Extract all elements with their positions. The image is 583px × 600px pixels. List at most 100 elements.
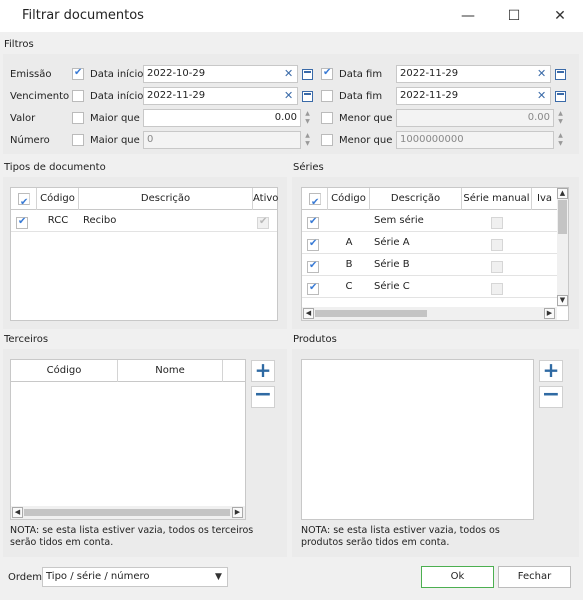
vencimento-end-input[interactable]: 2022-11-29 — [396, 87, 551, 105]
series-header: Código Descrição Série manual Iva — [302, 188, 557, 213]
products-section-label: Produtos — [293, 334, 337, 345]
add-third-party-button[interactable]: + — [251, 360, 275, 382]
horizontal-scrollbar[interactable]: ◀ ▶ — [11, 506, 245, 519]
ok-button[interactable]: Ok — [421, 566, 494, 588]
row-description: Série B — [374, 259, 410, 270]
clear-icon[interactable]: ✕ — [537, 67, 546, 80]
valor-start-spinner[interactable]: ▲ ▼ — [302, 110, 313, 126]
doc-types-section-label: Tipos de documento — [4, 162, 106, 173]
doc-types-grid: Código Descrição Ativo RCC Recibo — [10, 187, 278, 321]
scroll-right-icon[interactable]: ▶ — [544, 308, 555, 319]
row-code: RCC — [47, 215, 69, 226]
vertical-scroll-thumb[interactable] — [558, 200, 567, 234]
emissao-start-input[interactable]: 2022-10-29 — [143, 65, 298, 83]
col-header-code[interactable]: Código — [11, 360, 118, 382]
col-header-manual[interactable]: Série manual — [462, 188, 532, 210]
chevron-down-icon[interactable]: ▼ — [215, 568, 222, 586]
series-section-label: Séries — [293, 162, 324, 173]
row-description: Série A — [374, 237, 410, 248]
scroll-right-icon[interactable]: ▶ — [232, 507, 243, 518]
horizontal-scroll-thumb[interactable] — [315, 310, 427, 317]
valor-start-checkbox[interactable] — [72, 112, 84, 124]
header-select-all[interactable] — [11, 188, 37, 213]
table-row[interactable]: Sem série — [302, 210, 557, 232]
calendar-icon[interactable] — [555, 69, 566, 80]
header-select-all[interactable] — [302, 188, 328, 213]
row-checkbox[interactable] — [307, 238, 319, 251]
order-select[interactable]: Tipo / série / número ▼ — [42, 567, 228, 587]
horizontal-scroll-thumb[interactable] — [24, 509, 230, 516]
calendar-icon[interactable] — [302, 69, 313, 80]
valor-end-spinner[interactable]: ▲ ▼ — [555, 110, 566, 126]
col-header-name[interactable]: Nome — [118, 360, 223, 382]
col-header-active[interactable]: Ativo — [253, 188, 278, 210]
numero-start-checkbox[interactable] — [72, 134, 84, 146]
close-button[interactable]: Fechar — [498, 566, 571, 588]
emissao-start-checkbox[interactable] — [72, 67, 84, 80]
numero-end-checkbox[interactable] — [321, 134, 333, 146]
col-header-code[interactable]: Código — [328, 188, 370, 210]
horizontal-scrollbar[interactable]: ◀ ▶ — [302, 307, 557, 320]
valor-end-checkbox[interactable] — [321, 112, 333, 124]
table-row[interactable]: B Série B — [302, 254, 557, 276]
row-manual-checkbox — [491, 217, 503, 229]
row-active-checkbox — [257, 216, 269, 229]
numero-end-spinner[interactable]: ▲ ▼ — [555, 132, 566, 148]
numero-start-input[interactable]: 0 — [143, 131, 301, 149]
scroll-down-icon[interactable]: ▼ — [557, 295, 568, 306]
products-grid — [301, 359, 534, 520]
close-window-button[interactable]: ✕ — [537, 0, 583, 32]
valor-start-input[interactable]: 0.00 — [143, 109, 301, 127]
order-select-value: Tipo / série / número — [46, 571, 150, 582]
select-all-checkbox[interactable] — [309, 192, 321, 213]
valor-end-input[interactable]: 0.00 — [396, 109, 554, 127]
row-code: C — [345, 281, 353, 292]
maximize-button[interactable]: ☐ — [491, 0, 537, 32]
select-all-checkbox[interactable] — [18, 192, 30, 213]
third-parties-header: Código Nome — [11, 360, 245, 382]
row-checkbox[interactable] — [307, 260, 319, 273]
calendar-icon[interactable] — [302, 91, 313, 102]
emissao-end-input[interactable]: 2022-11-29 — [396, 65, 551, 83]
clear-icon[interactable]: ✕ — [537, 89, 546, 102]
numero-end-label: Menor que — [339, 135, 393, 146]
row-checkbox[interactable] — [307, 282, 319, 295]
row-code: B — [345, 259, 353, 270]
vencimento-start-label: Data início — [90, 91, 144, 102]
vencimento-start-input[interactable]: 2022-11-29 — [143, 87, 298, 105]
remove-product-button[interactable]: − — [539, 384, 563, 408]
remove-third-party-button[interactable]: − — [251, 384, 275, 408]
row-description: Sem série — [374, 215, 424, 226]
col-header-iva[interactable]: Iva — [532, 188, 557, 210]
col-header-description[interactable]: Descrição — [370, 188, 462, 210]
vertical-scrollbar[interactable]: ▲ ▼ — [557, 188, 568, 307]
col-header-code[interactable]: Código — [37, 188, 79, 210]
third-parties-grid: Código Nome ◀ ▶ — [10, 359, 246, 520]
calendar-icon[interactable] — [555, 91, 566, 102]
clear-icon[interactable]: ✕ — [284, 89, 293, 102]
emissao-end-label: Data fim — [339, 69, 383, 80]
minimize-button[interactable]: — — [445, 0, 491, 32]
valor-end-label: Menor que — [339, 113, 393, 124]
row-checkbox[interactable] — [16, 216, 28, 229]
emissao-end-checkbox[interactable] — [321, 67, 333, 80]
vencimento-start-checkbox[interactable] — [72, 90, 84, 102]
add-product-button[interactable]: + — [539, 360, 563, 382]
table-row[interactable]: RCC Recibo — [11, 210, 277, 232]
row-checkbox[interactable] — [307, 216, 319, 229]
table-row[interactable]: A Série A — [302, 232, 557, 254]
scroll-left-icon[interactable]: ◀ — [12, 507, 23, 518]
vencimento-end-checkbox[interactable] — [321, 90, 333, 102]
clear-icon[interactable]: ✕ — [284, 67, 293, 80]
scroll-up-icon[interactable]: ▲ — [557, 188, 568, 199]
numero-start-spinner[interactable]: ▲ ▼ — [302, 132, 313, 148]
valor-start-label: Maior que — [90, 113, 140, 124]
col-header-description[interactable]: Descrição — [79, 188, 253, 210]
order-label: Ordem — [8, 572, 43, 583]
numero-end-input[interactable]: 1000000000 — [396, 131, 554, 149]
row-description: Recibo — [83, 215, 117, 226]
scroll-left-icon[interactable]: ◀ — [303, 308, 314, 319]
filter-label-vencimento: Vencimento — [10, 91, 70, 102]
table-row[interactable]: C Série C — [302, 276, 557, 298]
filter-label-emissao: Emissão — [10, 69, 52, 80]
